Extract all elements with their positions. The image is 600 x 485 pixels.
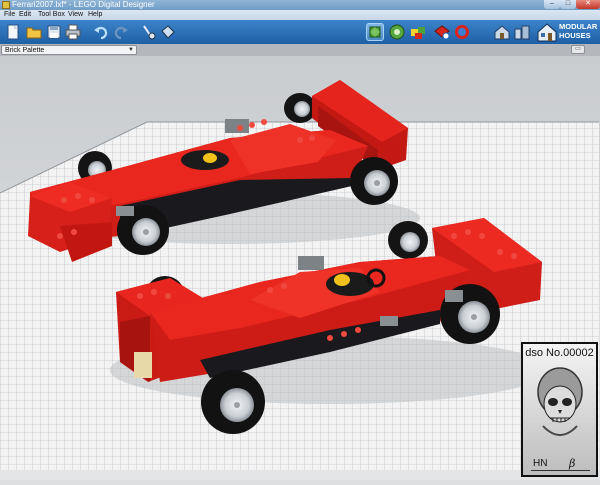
main-toolbar <box>0 20 600 44</box>
wheel <box>350 157 398 205</box>
watermark-badge: dso No.00002 HN β <box>521 342 598 477</box>
window-title: Ferrari2007.lxf* - LEGO Digital Designer <box>12 0 155 9</box>
app-icon <box>2 1 10 9</box>
menu-bar: File Edit Tool Box View Help <box>0 10 600 20</box>
new-file-icon[interactable] <box>4 23 22 41</box>
brick-palette-label: Brick Palette <box>5 47 45 54</box>
menu-help[interactable]: Help <box>88 10 102 20</box>
menu-file[interactable]: File <box>4 10 15 20</box>
badge-number: dso No.00002 <box>525 347 594 359</box>
view-mode-icon[interactable] <box>388 23 406 41</box>
print-icon[interactable] <box>64 23 82 41</box>
city-theme-icon[interactable] <box>513 23 531 41</box>
badge-initials: HN <box>533 458 548 469</box>
scene-canvas[interactable] <box>0 56 600 480</box>
wheel <box>201 370 265 434</box>
save-icon[interactable] <box>45 23 63 41</box>
maximize-button[interactable]: □ <box>560 0 576 9</box>
build-viewport[interactable] <box>0 56 600 480</box>
menu-toolbox[interactable]: Tool Box <box>38 10 65 20</box>
skull-emblem <box>537 367 583 436</box>
minimize-button[interactable]: – <box>544 0 560 9</box>
paint-bucket-icon[interactable] <box>159 23 177 41</box>
menu-edit[interactable]: Edit <box>19 10 31 20</box>
building-guide-icon[interactable] <box>409 23 427 41</box>
redo-icon[interactable] <box>112 23 130 41</box>
wheel <box>284 93 316 123</box>
modular-houses-icon <box>537 23 557 42</box>
wheel <box>388 221 428 259</box>
palette-toggle-icon[interactable]: ▭ <box>571 45 585 54</box>
build-mode-icon[interactable] <box>366 23 384 41</box>
undo-icon[interactable] <box>92 23 110 41</box>
brick-palette-dropdown[interactable]: Brick Palette ▼ <box>1 45 137 55</box>
chevron-down-icon: ▼ <box>128 47 134 53</box>
modular-houses-theme-button[interactable]: MODULAR HOUSES <box>537 21 599 43</box>
badge-beta: β <box>569 457 576 470</box>
close-button[interactable]: ✕ <box>576 0 600 9</box>
house-theme-icon[interactable] <box>493 23 511 41</box>
add-model-icon[interactable] <box>433 23 451 41</box>
open-folder-icon[interactable] <box>25 23 43 41</box>
theme-label-line2: HOUSES <box>559 31 591 40</box>
theme-label-line1: MODULAR <box>559 22 598 31</box>
signature-line <box>531 470 590 471</box>
title-bar: Ferrari2007.lxf* - LEGO Digital Designer… <box>0 0 600 10</box>
share-icon[interactable] <box>453 23 471 41</box>
clone-tool-icon[interactable] <box>140 23 158 41</box>
menu-view[interactable]: View <box>68 10 83 20</box>
